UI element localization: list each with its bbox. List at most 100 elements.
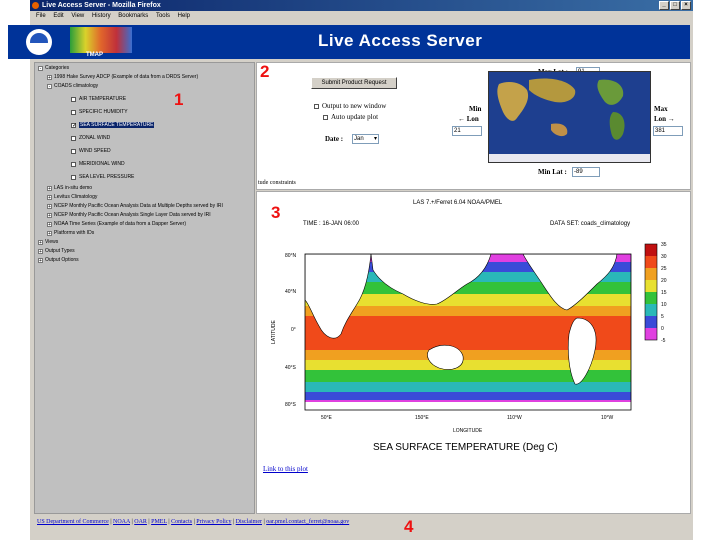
tree-root-categories[interactable]: - Categories xyxy=(38,65,69,71)
checkbox-checked[interactable] xyxy=(71,122,76,128)
min-lon-label: Min xyxy=(469,105,482,113)
menu-bookmarks[interactable]: Bookmarks xyxy=(118,11,148,22)
variable-specific-humidity[interactable]: SPECIFIC HUMIDITY xyxy=(71,109,128,115)
output-new-window-option[interactable]: Output to new window xyxy=(314,102,386,110)
footer-link-noaa[interactable]: NOAA xyxy=(113,519,130,525)
expand-icon[interactable]: + xyxy=(47,185,52,191)
variable-air-temperature[interactable]: AIR TEMPERATURE xyxy=(71,96,126,102)
variable-sea-surface-temperature[interactable]: SEA SURFACE TEMPERATURE xyxy=(71,122,155,128)
footer-link-contacts[interactable]: Contacts xyxy=(171,519,192,525)
tree-item-coads[interactable]: - COADS climatology xyxy=(47,83,98,89)
submit-button[interactable]: Submit Product Request xyxy=(311,77,397,89)
variable-wind-speed[interactable]: WIND SPEED xyxy=(71,148,111,154)
variable-meridional-wind[interactable]: MERIDIONAL WIND xyxy=(71,161,125,167)
lon-tick: 150°E xyxy=(415,415,429,421)
expand-icon[interactable]: + xyxy=(47,221,52,227)
footer-link-disclaimer[interactable]: Disclaimer xyxy=(236,519,262,525)
date-select[interactable]: Jan ▾ xyxy=(352,134,379,144)
expand-icon[interactable]: + xyxy=(47,74,52,80)
expand-icon[interactable]: + xyxy=(38,239,43,245)
region-selector-map[interactable] xyxy=(488,71,651,163)
x-axis-label: LONGITUDE xyxy=(453,428,483,434)
checkbox[interactable] xyxy=(323,114,328,120)
variable-label: WIND SPEED xyxy=(79,148,111,154)
page-title: Live Access Server xyxy=(318,31,483,50)
menu-history[interactable]: History xyxy=(92,11,111,22)
annotation-2: 2 xyxy=(260,62,270,81)
footer-link-commerce[interactable]: US Department of Commerce xyxy=(37,519,109,525)
plot-link[interactable]: Link to this plot xyxy=(263,465,308,473)
checkbox[interactable] xyxy=(71,161,76,167)
tree-item-ncep-single[interactable]: + NCEP Monthly Pacific Ocean Analysis Si… xyxy=(47,212,211,218)
variable-label: SPECIFIC HUMIDITY xyxy=(79,109,128,115)
tree-label: Categories xyxy=(45,65,70,71)
auto-update-option[interactable]: Auto update plot xyxy=(323,113,378,121)
colorbar-swatch-15-20 xyxy=(645,280,657,292)
checkbox[interactable] xyxy=(71,174,76,180)
max-lon-input[interactable]: 381 xyxy=(653,126,683,136)
expand-icon[interactable]: + xyxy=(38,248,43,254)
tree-root-output-types[interactable]: + Output Types xyxy=(38,248,75,254)
lat-tick: 0° xyxy=(291,327,296,333)
footer-link-privacy[interactable]: Privacy Policy xyxy=(196,519,231,525)
noaa-logo xyxy=(26,29,52,55)
footer-link-oar[interactable]: OAR xyxy=(134,519,147,525)
annotation-1: 1 xyxy=(174,90,184,109)
variable-label: MERIDIONAL WIND xyxy=(79,161,125,167)
tree-item-hake[interactable]: + 1998 Hake Survey ADCP (Example of data… xyxy=(47,74,198,80)
tree-item-ncep-multi[interactable]: + NCEP Monthly Pacific Ocean Analysis Da… xyxy=(47,203,223,209)
menu-edit[interactable]: Edit xyxy=(53,11,63,22)
menu-file[interactable]: File xyxy=(36,11,46,22)
checkbox[interactable] xyxy=(71,96,76,102)
checkbox[interactable] xyxy=(314,103,319,109)
expand-icon[interactable]: + xyxy=(47,203,52,209)
variable-sea-level-pressure[interactable]: SEA LEVEL PRESSURE xyxy=(71,174,134,180)
collapse-icon[interactable]: - xyxy=(38,65,43,71)
colorbar-swatch-0-5 xyxy=(645,316,657,328)
tree-root-output-options[interactable]: + Output Options xyxy=(38,257,79,263)
checkbox[interactable] xyxy=(71,109,76,115)
variable-zonal-wind[interactable]: ZONAL WIND xyxy=(71,135,110,141)
tmap-logo-label: TMAP xyxy=(86,52,103,58)
window-title: Live Access Server - Mozilla Firefox xyxy=(42,2,161,9)
tree-item-noaa-ts[interactable]: + NOAA Time Series (Example of data from… xyxy=(47,221,186,227)
tree-label: Platforms with IDs xyxy=(54,230,95,236)
checkbox[interactable] xyxy=(71,148,76,154)
maximize-button[interactable]: □ xyxy=(670,1,680,10)
checkbox[interactable] xyxy=(71,135,76,141)
tree-item-las-insitu[interactable]: + LAS in-situ demo xyxy=(47,185,92,191)
colorbar-tick: 35 xyxy=(661,242,667,248)
menu-help[interactable]: Help xyxy=(178,11,190,22)
date-value: Jan xyxy=(354,136,364,142)
min-lat-input[interactable]: -89 xyxy=(572,167,600,177)
footer-link-pmel[interactable]: PMEL xyxy=(151,519,167,525)
title-bar: Live Access Server - Mozilla Firefox _ □… xyxy=(30,0,693,11)
menu-tools[interactable]: Tools xyxy=(156,11,170,22)
expand-icon[interactable]: + xyxy=(47,230,52,236)
close-button[interactable]: × xyxy=(681,1,691,10)
minimize-button[interactable]: _ xyxy=(659,1,669,10)
expand-icon[interactable]: + xyxy=(47,194,52,200)
tree-root-views[interactable]: + Views xyxy=(38,239,58,245)
tree-item-levitus[interactable]: + Levitus Climatology xyxy=(47,194,97,200)
option-label: Auto update plot xyxy=(331,113,379,121)
max-lon-label: Max xyxy=(654,105,668,113)
min-lon-sublabel: ← Lon xyxy=(458,115,479,123)
tree-label: NCEP Monthly Pacific Ocean Analysis Data… xyxy=(54,203,223,209)
colorbar-tick: -5 xyxy=(661,338,666,344)
constraints-panel: Submit Product Request Output to new win… xyxy=(256,62,691,190)
tree-item-platforms[interactable]: + Platforms with IDs xyxy=(47,230,94,236)
min-lon-input[interactable]: 21 xyxy=(452,126,482,136)
colorbar-swatch-30-35 xyxy=(645,244,657,256)
expand-icon[interactable]: + xyxy=(47,212,52,218)
colorbar-tick: 10 xyxy=(661,302,667,308)
colorbar-tick: 0 xyxy=(661,326,664,332)
collapse-icon[interactable]: - xyxy=(47,83,52,89)
menu-view[interactable]: View xyxy=(71,11,84,22)
dataset-tree-panel: - Categories + 1998 Hake Survey ADCP (Ex… xyxy=(34,62,255,514)
constraints-label: tude constraints xyxy=(258,180,296,186)
tree-label: Output Options xyxy=(45,257,79,263)
footer-link-contact-email[interactable]: oar.pmel.contact_ferret@noaa.gov xyxy=(266,519,349,525)
tree-label: Views xyxy=(45,239,59,245)
expand-icon[interactable]: + xyxy=(38,257,43,263)
